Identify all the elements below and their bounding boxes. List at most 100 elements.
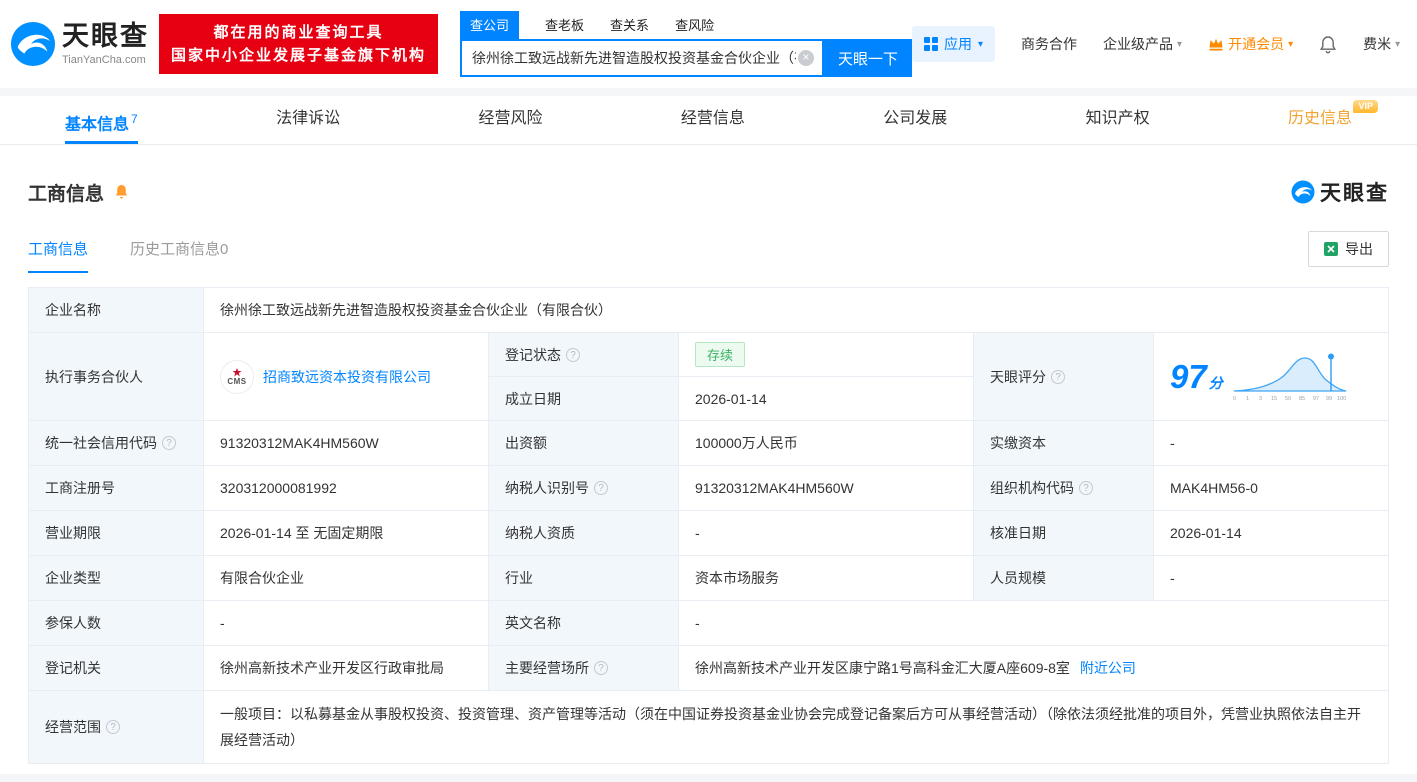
label-company-type: 企业类型 bbox=[29, 556, 204, 601]
help-icon[interactable]: ? bbox=[594, 481, 608, 495]
label-taxpayer-qualification: 纳税人资质 bbox=[489, 511, 679, 556]
top-header: 天眼查 TianYanCha.com 都在用的商业查询工具 国家中小企业发展子基… bbox=[0, 0, 1417, 88]
enterprise-label: 企业级产品 bbox=[1103, 36, 1174, 52]
export-label: 导出 bbox=[1345, 241, 1373, 257]
search-input-container: × bbox=[460, 39, 825, 77]
svg-text:15: 15 bbox=[1271, 396, 1277, 402]
brand-name: 天眼查 bbox=[62, 21, 149, 52]
nav-enterprise-products[interactable]: 企业级产品 ▾ bbox=[1103, 34, 1182, 54]
subtab-history-business-info[interactable]: 历史工商信息0 bbox=[130, 238, 228, 273]
label-industry: 行业 bbox=[489, 556, 679, 601]
section-title: 工商信息 bbox=[28, 183, 105, 205]
label-paid-capital: 实缴资本 bbox=[974, 421, 1154, 466]
business-info-table: 企业名称 徐州徐工致远战新先进智造股权投资基金合伙企业（有限合伙） 执行事务合伙… bbox=[28, 287, 1389, 764]
promo-banner: 都在用的商业查询工具 国家中小企业发展子基金旗下机构 bbox=[159, 14, 439, 74]
subtab-business-info[interactable]: 工商信息 bbox=[28, 238, 89, 273]
grid-icon bbox=[924, 37, 939, 51]
apps-button[interactable]: 应用 ▾ bbox=[912, 26, 996, 62]
value-english-name: - bbox=[679, 601, 1389, 646]
search-row: × 天眼一下 bbox=[460, 39, 913, 77]
search-tab-relation[interactable]: 查关系 bbox=[610, 15, 649, 39]
tab-intellectual-property[interactable]: 知识产权 bbox=[1086, 96, 1150, 144]
section-header: 工商信息 天眼查 bbox=[28, 177, 1389, 207]
tab-company-development[interactable]: 公司发展 bbox=[883, 96, 947, 144]
help-icon[interactable]: ? bbox=[594, 661, 608, 675]
nav-open-vip[interactable]: 开通会员 ▾ bbox=[1208, 34, 1293, 54]
value-tianyan-score[interactable]: 97 分 0 1 3 15 50 85 97 99 100 bbox=[1154, 333, 1389, 421]
search-input[interactable] bbox=[470, 49, 799, 67]
label-taxpayer-id: 纳税人识别号 ? bbox=[489, 466, 679, 511]
score-distribution-chart: 0 1 3 15 50 85 97 99 100 bbox=[1232, 353, 1347, 402]
tab-basic-info[interactable]: 基本信息 7 bbox=[65, 96, 138, 144]
search-button[interactable]: 天眼一下 bbox=[824, 39, 913, 77]
partner-company-logo[interactable]: CMS bbox=[220, 359, 254, 394]
tianyancha-logo[interactable]: 天眼查 TianYanCha.com bbox=[10, 21, 149, 67]
help-icon[interactable]: ? bbox=[162, 436, 176, 450]
search-tab-company[interactable]: 查公司 bbox=[460, 11, 520, 39]
label-approval-date: 核准日期 bbox=[974, 511, 1154, 556]
value-org-code: MAK4HM56-0 bbox=[1154, 466, 1389, 511]
help-icon[interactable]: ? bbox=[566, 347, 580, 362]
help-icon[interactable]: ? bbox=[106, 720, 120, 734]
nearby-companies-link[interactable]: 附近公司 bbox=[1080, 658, 1136, 678]
svg-text:85: 85 bbox=[1299, 396, 1305, 402]
clear-icon[interactable]: × bbox=[798, 50, 815, 66]
open-vip-label: 开通会员 bbox=[1228, 36, 1285, 52]
tab-operation-risk[interactable]: 经营风险 bbox=[478, 96, 542, 144]
help-icon[interactable]: ? bbox=[1051, 369, 1065, 384]
value-taxpayer-id: 91320312MAK4HM560W bbox=[679, 466, 974, 511]
banner-line-1: 都在用的商业查询工具 bbox=[213, 24, 384, 41]
apps-label: 应用 bbox=[944, 36, 973, 52]
label-registration-authority: 登记机关 bbox=[29, 646, 204, 691]
tianyancha-logo-icon bbox=[10, 21, 56, 67]
value-staff-size: - bbox=[1154, 556, 1389, 601]
score-number: 97 分 bbox=[1170, 357, 1223, 395]
tab-basic-info-count: 7 bbox=[131, 112, 138, 126]
value-contributed-capital: 100000万人民币 bbox=[679, 421, 974, 466]
label-staff-size: 人员规模 bbox=[974, 556, 1154, 601]
notifications-button[interactable] bbox=[1319, 35, 1337, 54]
search-tabs: 查公司 查老板 查关系 查风险 bbox=[460, 11, 912, 39]
label-english-name: 英文名称 bbox=[489, 601, 679, 646]
value-executive-partner: CMS 招商致远资本投资有限公司 bbox=[204, 333, 489, 421]
label-main-premises: 主要经营场所 ? bbox=[489, 646, 679, 691]
help-icon[interactable]: ? bbox=[1079, 481, 1093, 495]
value-main-premises: 徐州高新技术产业开发区康宁路1号高科金汇大厦A座609-8室 附近公司 bbox=[679, 646, 1389, 691]
value-taxpayer-qualification: - bbox=[679, 511, 974, 556]
svg-text:50: 50 bbox=[1285, 396, 1291, 402]
value-business-term: 2026-01-14 至 无固定期限 bbox=[204, 511, 489, 556]
value-registration-status: 存续 bbox=[679, 333, 974, 377]
search-tab-risk[interactable]: 查风险 bbox=[675, 15, 714, 39]
value-registration-number: 320312000081992 bbox=[204, 466, 489, 511]
export-button[interactable]: 导出 bbox=[1308, 231, 1389, 267]
tab-history-info[interactable]: 历史信息 VIP bbox=[1288, 96, 1378, 144]
tab-legal-litigation[interactable]: 法律诉讼 bbox=[276, 96, 340, 144]
user-menu[interactable]: 费米 ▾ bbox=[1363, 34, 1400, 54]
svg-text:100: 100 bbox=[1337, 396, 1346, 402]
caret-down-icon: ▾ bbox=[1177, 38, 1183, 50]
partner-logo-text: CMS bbox=[227, 376, 247, 386]
crown-icon bbox=[1209, 38, 1223, 51]
tianyancha-logo-icon bbox=[1291, 180, 1315, 204]
value-paid-capital: - bbox=[1154, 421, 1389, 466]
vip-badge: VIP bbox=[1353, 100, 1378, 113]
caret-down-icon: ▾ bbox=[978, 38, 984, 50]
svg-text:99: 99 bbox=[1326, 396, 1332, 402]
label-business-scope: 经营范围 ? bbox=[29, 691, 204, 764]
label-tianyan-score: 天眼评分 ? bbox=[974, 333, 1154, 421]
search-tab-boss[interactable]: 查老板 bbox=[545, 15, 584, 39]
footer-strip bbox=[0, 774, 1417, 782]
value-establish-date: 2026-01-14 bbox=[679, 377, 974, 421]
cms-mark-icon bbox=[232, 367, 242, 376]
banner-line-2: 国家中小企业发展子基金旗下机构 bbox=[171, 47, 427, 64]
subscribe-bell-button[interactable] bbox=[114, 184, 129, 200]
username: 费米 bbox=[1363, 36, 1392, 52]
svg-text:0: 0 bbox=[1233, 396, 1236, 402]
label-establish-date: 成立日期 bbox=[489, 377, 679, 421]
partner-company-link[interactable]: 招商致远资本投资有限公司 bbox=[263, 367, 431, 387]
tab-operation-info[interactable]: 经营信息 bbox=[681, 96, 745, 144]
subtabs-row: 工商信息 历史工商信息0 导出 bbox=[28, 231, 1389, 273]
value-insured-count: - bbox=[204, 601, 489, 646]
value-business-scope: 一般项目：以私募基金从事股权投资、投资管理、资产管理等活动（须在中国证券投资基金… bbox=[204, 691, 1389, 764]
nav-business-cooperation[interactable]: 商务合作 bbox=[1021, 34, 1077, 54]
